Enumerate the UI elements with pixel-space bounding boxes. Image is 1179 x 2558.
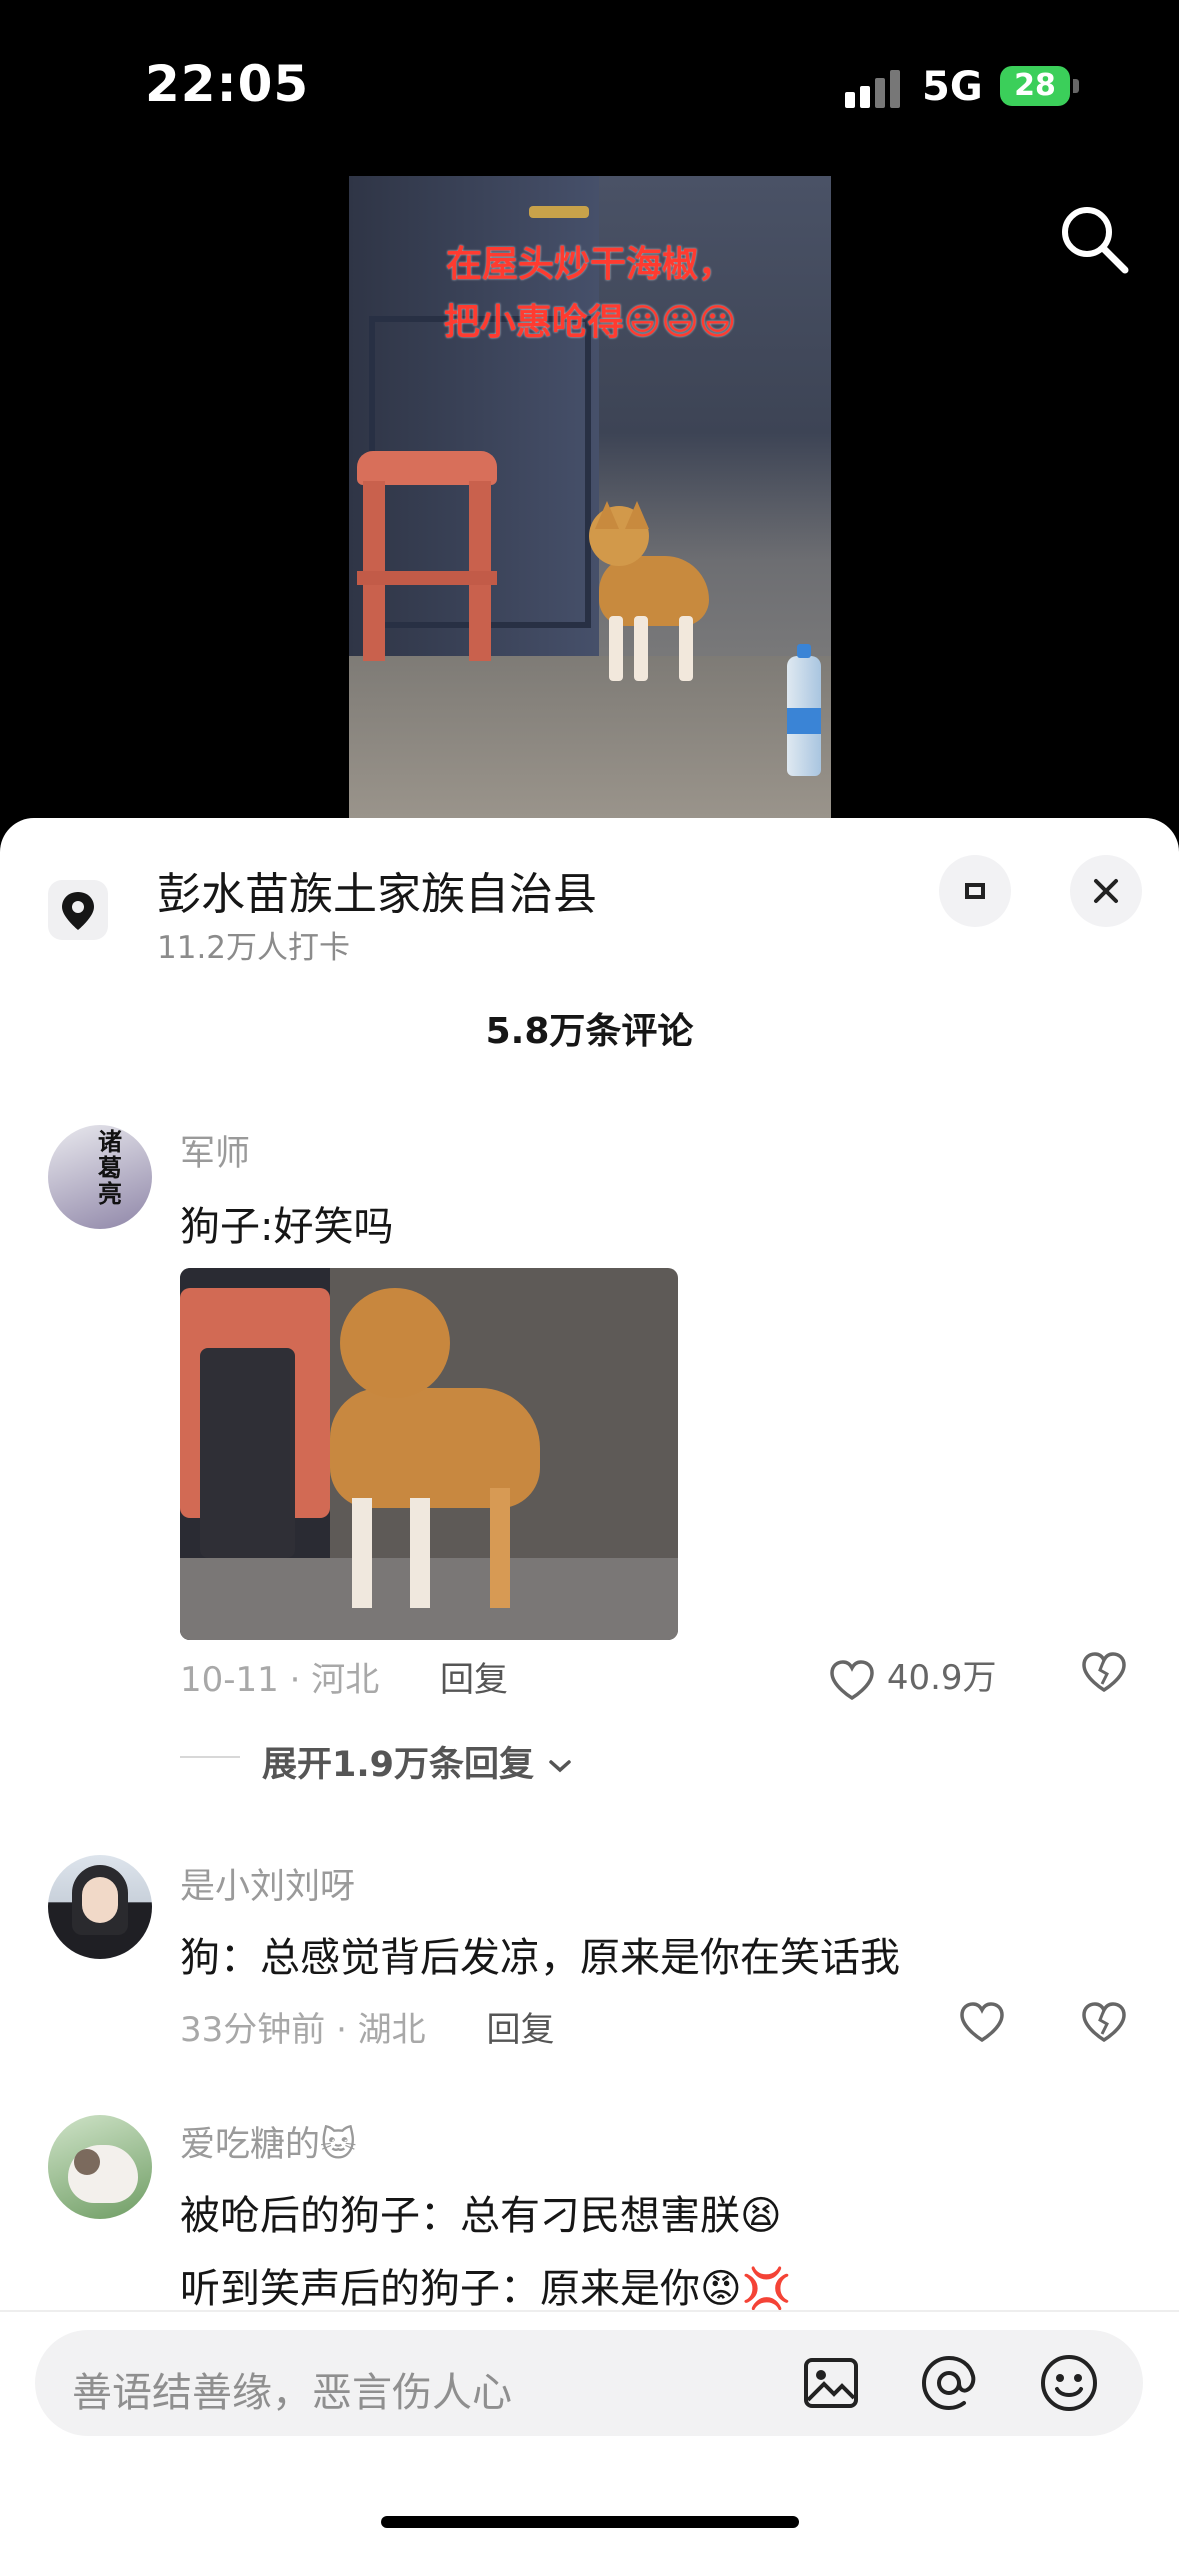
- like-button[interactable]: 40.9万: [828, 1650, 997, 1702]
- heart-icon: [830, 1659, 874, 1700]
- video-player[interactable]: 在屋头炒干海椒， 把小惠呛得😃😃😃: [349, 176, 831, 818]
- expand-replies-label: 展开1.9万条回复: [262, 1745, 535, 1785]
- dislike-button[interactable]: [1080, 1650, 1128, 1694]
- status-time: 22:05: [145, 55, 310, 113]
- cellular-signal-icon: [845, 68, 905, 108]
- comment-time-location: 10-11 · 河北: [180, 1660, 380, 1700]
- expand-divider: [180, 1756, 240, 1758]
- search-icon[interactable]: [1055, 200, 1135, 280]
- broken-heart-icon: [1082, 1652, 1126, 1693]
- like-button[interactable]: [958, 2000, 1006, 2044]
- image-icon[interactable]: [800, 2352, 862, 2414]
- comment-meta: 10-11 · 河北 回复: [180, 1652, 508, 1701]
- expand-button[interactable]: [939, 855, 1011, 927]
- avatar[interactable]: 诸葛亮: [48, 1125, 152, 1229]
- comment-text-line1: 被呛后的狗子：总有刁民想害朕😫: [180, 2193, 782, 2239]
- battery-tip: [1073, 79, 1079, 93]
- avatar[interactable]: [48, 1855, 152, 1959]
- comment-count: 5.8万条评论: [485, 1011, 694, 1052]
- close-button[interactable]: [1070, 855, 1142, 927]
- video-dog: [579, 496, 729, 686]
- location-pin-icon[interactable]: [48, 880, 108, 940]
- location-title[interactable]: 彭水苗族土家族自治县: [157, 858, 597, 922]
- comment-input-placeholder: 善语结善缘，恶言伤人心: [72, 2370, 512, 2416]
- video-caption: 在屋头炒干海椒， 把小惠呛得😃😃😃: [349, 236, 831, 352]
- emoji-icon[interactable]: [1038, 2352, 1100, 2414]
- comment-time-location: 33分钟前 · 湖北: [180, 2010, 426, 2050]
- comment-text-line2: 听到笑声后的狗子：原来是你😡💢: [180, 2266, 792, 2312]
- comment-image[interactable]: [180, 1268, 678, 1640]
- avatar[interactable]: [48, 2115, 152, 2219]
- comment-username[interactable]: 军师: [180, 1125, 250, 1176]
- expand-replies-button[interactable]: 展开1.9万条回复: [262, 1736, 574, 1787]
- battery-indicator: 28: [1000, 66, 1070, 106]
- comment-meta: 33分钟前 · 湖北 回复: [180, 2002, 555, 2051]
- video-water-bottle: [787, 644, 821, 776]
- avatar-text: 诸葛亮: [98, 1127, 122, 1208]
- dislike-button[interactable]: [1080, 2000, 1128, 2044]
- video-caption-line1: 在屋头炒干海椒，: [445, 244, 734, 285]
- heart-icon: [960, 2002, 1004, 2043]
- close-icon: [1094, 879, 1118, 903]
- comment-username[interactable]: 是小刘刘呀: [180, 1858, 355, 1909]
- video-caption-line2: 把小惠呛得😃😃😃: [443, 302, 737, 343]
- like-count: 40.9万: [886, 1658, 997, 1698]
- location-checkins: 11.2万人打卡: [157, 930, 351, 966]
- broken-heart-icon: [1082, 2002, 1126, 2043]
- reply-button[interactable]: 回复: [440, 1660, 508, 1700]
- home-indicator[interactable]: [381, 2516, 799, 2528]
- expand-icon: [965, 883, 985, 899]
- mention-icon[interactable]: [918, 2352, 980, 2414]
- status-bar: 22:05 5G 28: [0, 0, 1179, 170]
- network-type: 5G: [922, 64, 983, 110]
- comment-text: 狗：总感觉背后发凉，原来是你在笑话我: [180, 1935, 900, 1981]
- comment-text: 狗子:好笑吗: [180, 1204, 394, 1250]
- chevron-down-icon: [549, 1760, 571, 1773]
- reply-button[interactable]: 回复: [487, 2010, 555, 2050]
- video-stool: [357, 451, 497, 661]
- comment-username[interactable]: 爱吃糖的🐱: [180, 2116, 357, 2167]
